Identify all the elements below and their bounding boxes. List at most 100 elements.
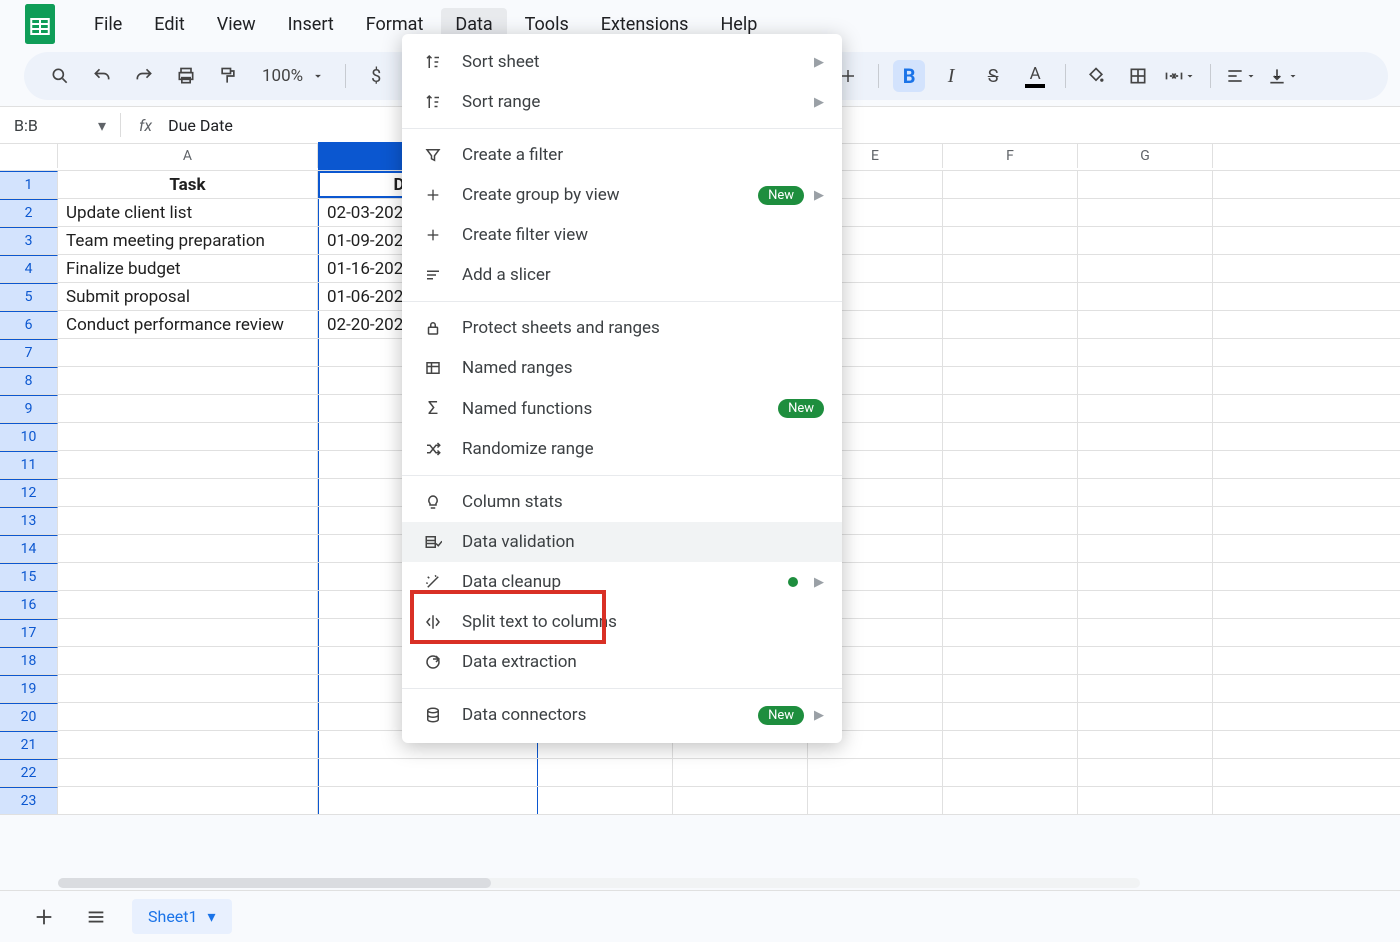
cell[interactable] [1078,199,1213,226]
cell[interactable] [1078,619,1213,646]
row-header[interactable]: 17 [0,619,58,646]
cell[interactable] [538,759,673,786]
menu-randomize-range[interactable]: Randomize range [402,429,842,469]
col-header-a[interactable]: A [58,144,318,168]
cell[interactable] [1078,731,1213,758]
borders-button[interactable] [1122,60,1154,92]
search-icon[interactable] [44,60,76,92]
row-header[interactable]: 7 [0,339,58,366]
menu-named-ranges[interactable]: Named ranges [402,348,842,388]
cell[interactable] [1078,255,1213,282]
cell[interactable] [1078,507,1213,534]
cell[interactable] [943,675,1078,702]
cell[interactable] [673,759,808,786]
menu-data-cleanup[interactable]: Data cleanup ▶ [402,562,842,602]
cell[interactable] [943,787,1078,814]
menu-data-validation[interactable]: Data validation [402,522,842,562]
cell[interactable] [1078,647,1213,674]
cell[interactable] [58,535,318,562]
strikethrough-button[interactable]: S [977,60,1009,92]
menu-data-extraction[interactable]: Data extraction [402,642,842,682]
cell[interactable] [943,703,1078,730]
add-sheet-button[interactable] [28,901,60,933]
cell[interactable] [808,759,943,786]
col-header-g[interactable]: G [1078,144,1213,168]
cell[interactable]: Conduct performance review [58,311,318,338]
row-header[interactable]: 5 [0,283,58,310]
cell[interactable]: Task [58,171,318,198]
cell[interactable] [58,339,318,366]
cell[interactable] [943,367,1078,394]
cell[interactable] [58,423,318,450]
undo-icon[interactable] [86,60,118,92]
cell[interactable] [1078,283,1213,310]
fill-color-button[interactable] [1080,60,1112,92]
row-header[interactable]: 1 [0,171,58,198]
menu-column-stats[interactable]: Column stats [402,482,842,522]
menu-named-functions[interactable]: Σ Named functions New [402,388,842,429]
menu-sort-sheet[interactable]: Sort sheet ▶ [402,42,842,82]
cell[interactable] [943,339,1078,366]
row-header[interactable]: 21 [0,731,58,758]
cell[interactable] [1078,563,1213,590]
row-header[interactable]: 13 [0,507,58,534]
row-header[interactable]: 3 [0,227,58,254]
cell[interactable] [58,507,318,534]
italic-button[interactable]: I [935,60,967,92]
merge-cells-button[interactable] [1164,60,1196,92]
menu-insert[interactable]: Insert [274,8,348,41]
cell[interactable] [538,787,673,814]
name-box[interactable]: B:B ▾ [0,116,120,135]
cell[interactable] [943,451,1078,478]
menu-create-filter[interactable]: Create a filter [402,135,842,175]
paint-format-icon[interactable] [212,60,244,92]
cell[interactable] [1078,171,1213,198]
currency-button[interactable]: $ [360,60,392,92]
menu-file[interactable]: File [80,8,136,41]
cell[interactable] [58,395,318,422]
cell[interactable] [58,675,318,702]
cell[interactable] [943,619,1078,646]
scrollbar-thumb[interactable] [58,878,491,888]
cell[interactable] [1078,423,1213,450]
cell[interactable] [58,787,318,814]
cell[interactable] [58,703,318,730]
cell[interactable] [943,227,1078,254]
cell[interactable] [58,759,318,786]
cell[interactable] [1078,479,1213,506]
cell[interactable] [1078,703,1213,730]
cell[interactable] [808,787,943,814]
sheets-logo[interactable] [20,4,60,44]
row-header[interactable]: 2 [0,199,58,226]
cell[interactable] [943,255,1078,282]
row-header[interactable]: 4 [0,255,58,282]
cell[interactable] [943,395,1078,422]
cell[interactable] [1078,759,1213,786]
print-icon[interactable] [170,60,202,92]
row-header[interactable]: 9 [0,395,58,422]
menu-view[interactable]: View [203,8,270,41]
horizontal-align-button[interactable] [1225,60,1257,92]
row-header[interactable]: 18 [0,647,58,674]
cell[interactable] [673,787,808,814]
row-header[interactable]: 20 [0,703,58,730]
menu-split-text[interactable]: Split text to columns [402,602,842,642]
menu-create-group-by-view[interactable]: Create group by view New ▶ [402,175,842,215]
cell[interactable] [1078,311,1213,338]
row-header[interactable]: 6 [0,311,58,338]
menu-create-filter-view[interactable]: Create filter view [402,215,842,255]
menu-edit[interactable]: Edit [140,8,198,41]
cell[interactable] [943,507,1078,534]
cell[interactable]: Finalize budget [58,255,318,282]
row-header[interactable]: 10 [0,423,58,450]
cell[interactable] [943,311,1078,338]
cell[interactable] [943,731,1078,758]
select-all-corner[interactable] [0,144,58,168]
text-color-button[interactable]: A [1019,60,1051,92]
cell[interactable]: Submit proposal [58,283,318,310]
cell[interactable] [1078,591,1213,618]
cell[interactable] [1078,227,1213,254]
menu-add-slicer[interactable]: Add a slicer [402,255,842,295]
sheet-tab-sheet1[interactable]: Sheet1 ▾ [132,899,232,934]
row-header[interactable]: 8 [0,367,58,394]
